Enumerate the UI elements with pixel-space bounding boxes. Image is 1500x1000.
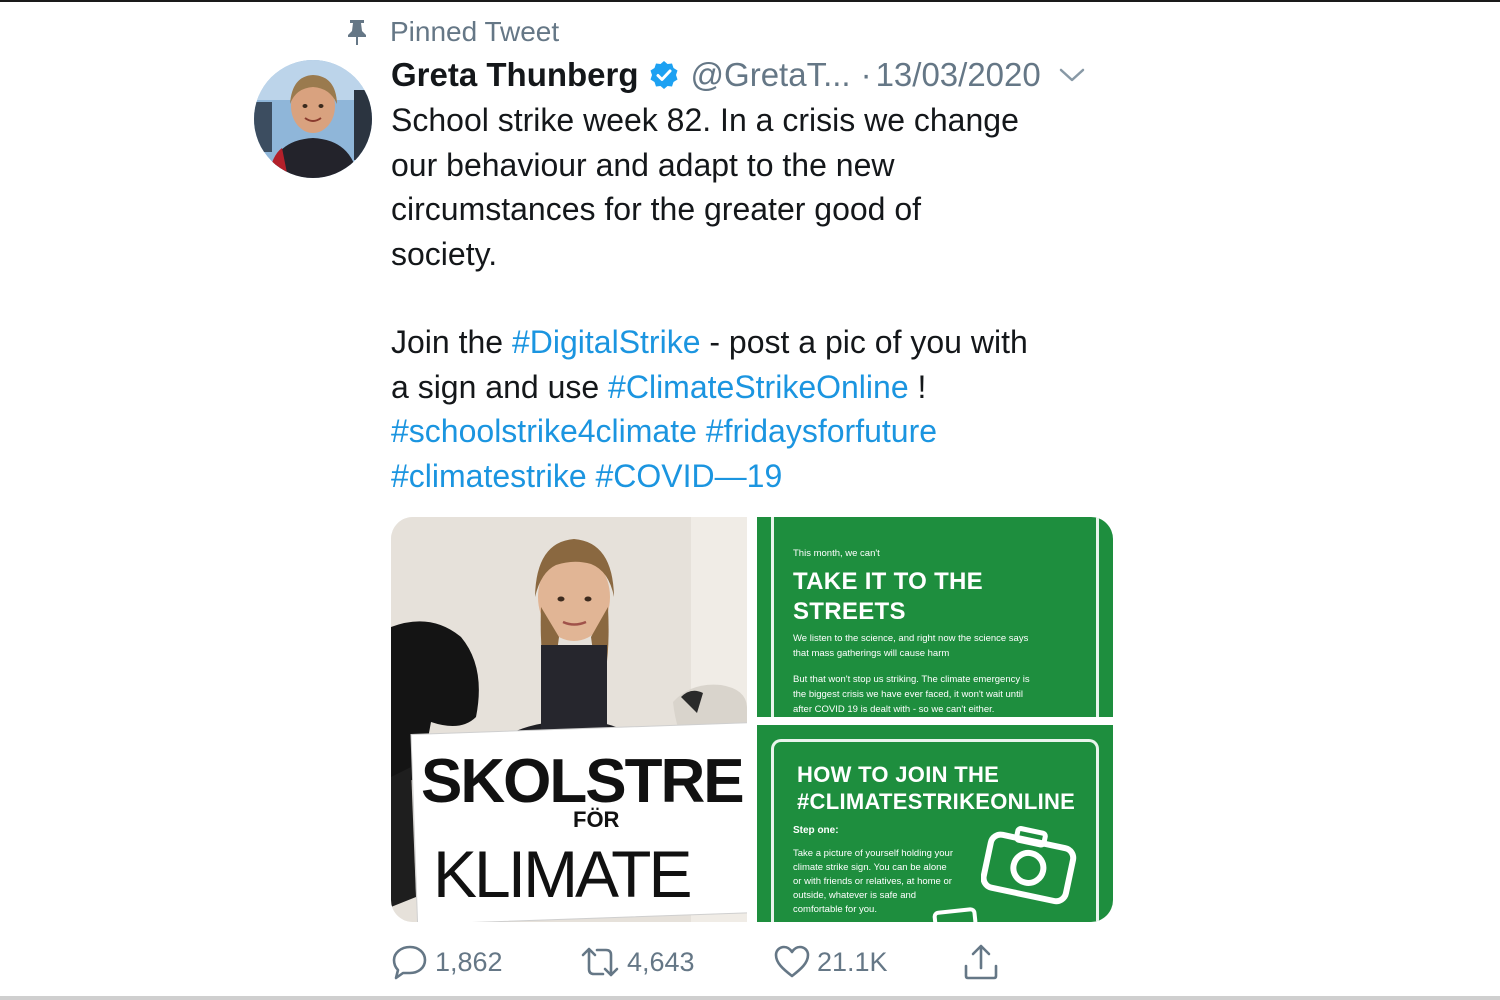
card-title-line: TAKE IT TO THE [793, 568, 983, 595]
hashtag-link-fridaysforfuture[interactable]: #fridaysforfuture [706, 413, 937, 449]
hashtag-link-digitalstrike[interactable]: #DigitalStrike [512, 324, 701, 360]
card-body-line: or with friends or relatives, at home or [793, 876, 952, 887]
tweet-body: School strike week 82. In a crisis we ch… [391, 98, 1131, 498]
card-title-line: STREETS [793, 598, 906, 625]
pin-icon [344, 18, 370, 46]
pinned-tweet-label: Pinned Tweet [390, 16, 560, 47]
chevron-down-icon[interactable] [1059, 67, 1085, 83]
tweet-text-line: #schoolstrike4climate #fridaysforfuture [391, 409, 1131, 454]
tweet-text-line: School strike week 82. In a crisis we ch… [391, 102, 1019, 138]
hashtag-link-schoolstrike4climate[interactable]: #schoolstrike4climate [391, 413, 697, 449]
tweet-text-line: a sign and use #ClimateStrikeOnline ! [391, 365, 1131, 410]
media-photo-sign[interactable]: SKOLSTRE FÖR KLIMATE [391, 517, 747, 922]
window-top-border [0, 0, 1500, 2]
author-handle[interactable]: @GretaT... [691, 56, 851, 94]
camera-icon [980, 825, 1077, 910]
card-body-line: that mass gatherings will cause harm [793, 648, 950, 659]
card-title-line: #CLIMATESTRIKEONLINE [797, 789, 1076, 814]
tweet-text-line: #climatestrike #COVID—19 [391, 454, 1131, 499]
text-segment: a sign and use [391, 368, 609, 405]
share-icon [961, 942, 1001, 982]
card-body-line: after COVID 19 is dealt with - so we can… [793, 704, 995, 715]
card-title-line: HOW TO JOIN THE [797, 762, 1000, 787]
text-segment: Join the [391, 324, 512, 360]
tweet-text-line: Join the #DigitalStrike - post a pic of … [391, 320, 1131, 365]
text-segment: ! [908, 368, 927, 405]
tweet-media-grid: SKOLSTRE FÖR KLIMATE This month, we can'… [391, 517, 1113, 922]
heart-icon [773, 943, 811, 981]
sign-text-line1: SKOLSTRE [421, 747, 743, 816]
card-body-line: comfortable for you. [793, 904, 877, 915]
verified-badge-icon [649, 60, 679, 90]
pinned-tweet-row: Pinned Tweet [344, 14, 559, 50]
like-button[interactable]: 21.1K [773, 940, 888, 984]
card-body-line: outside, whatever is safe and [793, 890, 917, 901]
card-body-line: the biggest crisis we have ever faced, i… [793, 689, 1023, 700]
card-step-label: Step one: [793, 825, 839, 836]
like-count: 21.1K [817, 946, 888, 977]
reply-button[interactable]: 1,862 [391, 940, 503, 984]
reply-count: 1,862 [435, 946, 503, 977]
tweet-text-line: our behaviour and adapt to the new [391, 146, 895, 183]
retweet-icon [579, 943, 621, 981]
media-card-take-it-to-the-streets[interactable]: This month, we can't TAKE IT TO THE STRE… [757, 517, 1113, 717]
card-kicker: This month, we can't [793, 548, 880, 559]
share-button[interactable] [961, 940, 1001, 984]
avatar[interactable] [254, 60, 372, 178]
tweet-text-line: society. [391, 235, 498, 272]
card-body-line: climate strike sign. You can be alone [793, 862, 947, 873]
tweet-date[interactable]: 13/03/2020 [876, 56, 1041, 94]
author-name[interactable]: Greta Thunberg [391, 56, 639, 94]
tweet-actions-bar: 1,862 4,643 21.1K [391, 940, 1111, 984]
hashtag-link-climatestrike[interactable]: #climatestrike [391, 458, 587, 494]
text-segment: - post a pic of you with [700, 324, 1028, 360]
sign-text-line3: KLIMATE [433, 837, 690, 911]
card-body-line: But that won't stop us striking. The cli… [793, 674, 1030, 685]
window-bottom-border [0, 996, 1500, 1000]
card-body-line: We listen to the science, and right now … [793, 633, 1029, 644]
hashtag-link-climatestrikeonline[interactable]: #ClimateStrikeOnline [608, 369, 909, 405]
meta-separator: · [860, 56, 872, 93]
sign-text-line2: FÖR [573, 807, 620, 832]
card-body-line: Take a picture of yourself holding your [793, 848, 954, 859]
hashtag-link-covid19[interactable]: #COVID—19 [596, 458, 783, 494]
reply-icon [391, 943, 429, 981]
retweet-count: 4,643 [627, 946, 695, 977]
tweet-text-line: circumstances for the greater good of [391, 191, 922, 227]
tweet-header: Greta Thunberg @GretaT... · 13/03/2020 [391, 52, 1085, 98]
retweet-button[interactable]: 4,643 [579, 940, 695, 984]
media-card-how-to-join[interactable]: HOW TO JOIN THE #CLIMATESTRIKEONLINE Ste… [757, 725, 1113, 922]
